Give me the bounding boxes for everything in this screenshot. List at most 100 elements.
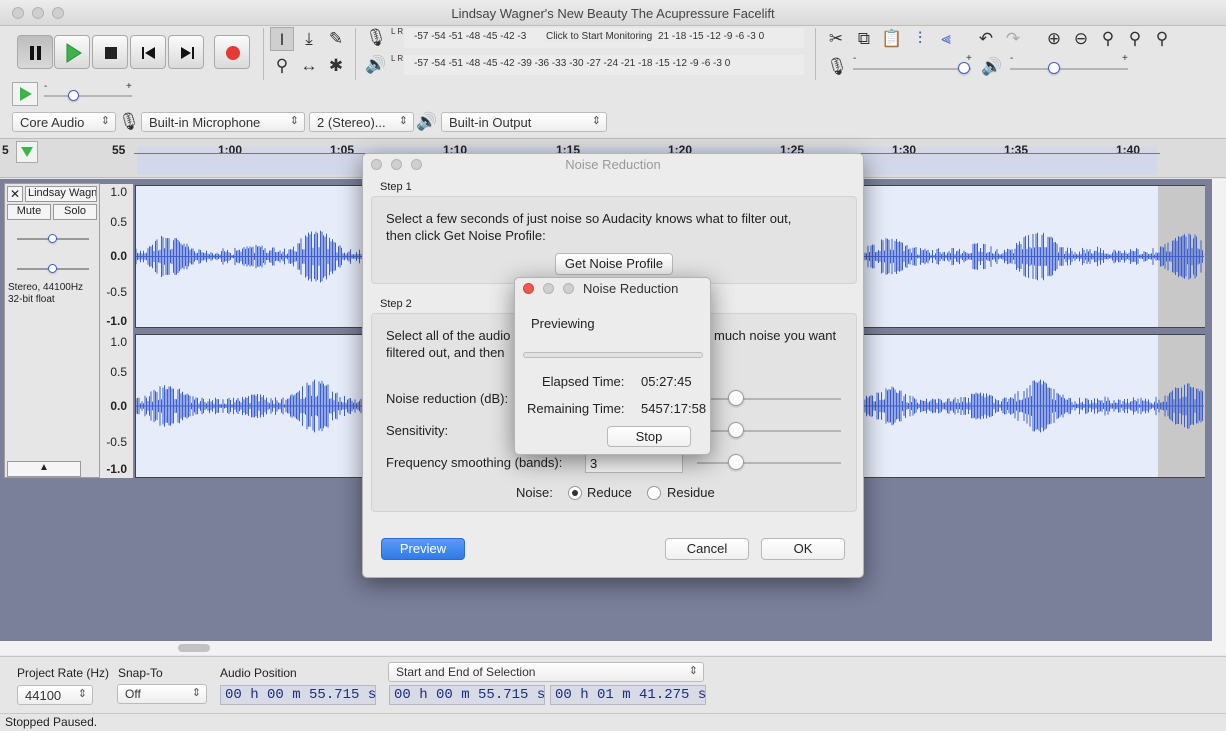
scale-label: -1.0: [106, 314, 127, 328]
host-select[interactable]: Core Audio: [12, 112, 116, 132]
stop-button[interactable]: [92, 35, 128, 69]
selection-mode-select[interactable]: Start and End of Selection: [388, 662, 704, 682]
play-speed-knob[interactable]: [68, 90, 79, 101]
track-control-panel: ✕ Lindsay Wagn Mute Solo Stereo, 44100Hz…: [4, 183, 100, 478]
audio-position-label: Audio Position: [220, 666, 297, 680]
elapsed-time-value: 05:27:45: [641, 374, 692, 389]
gain-knob[interactable]: [48, 234, 57, 243]
playback-meter-scale: -57 -54 -51 -48 -45 -42 -39 -36 -33 -30 …: [414, 58, 731, 69]
playback-meter-lr: L R: [391, 54, 404, 63]
selection-tool-icon[interactable]: I: [270, 27, 294, 51]
envelope-tool-icon[interactable]: ⤓: [297, 27, 321, 51]
progress-minimize-button[interactable]: [543, 283, 554, 294]
timeline-options-button[interactable]: [16, 141, 38, 163]
elapsed-time-label: Elapsed Time:: [542, 374, 625, 389]
cancel-button[interactable]: Cancel: [665, 538, 749, 560]
channels-select[interactable]: 2 (Stereo)...: [309, 112, 414, 132]
ruler-tick: 1:05: [330, 143, 355, 157]
selection-start-field[interactable]: 00 h 00 m 55.715 s: [389, 685, 545, 705]
copy-icon[interactable]: ⧉: [852, 27, 876, 51]
snap-to-select[interactable]: Off: [117, 684, 207, 704]
ruler-tick: 1:35: [1004, 143, 1029, 157]
horizontal-scrollbar[interactable]: [0, 641, 1212, 655]
speaker-icon[interactable]: 🔊: [364, 53, 388, 77]
snap-to-label: Snap-To: [118, 666, 163, 680]
monitor-label[interactable]: Click to Start Monitoring: [546, 31, 653, 42]
play-button[interactable]: [54, 35, 90, 69]
residue-radio[interactable]: [647, 486, 661, 500]
pause-button[interactable]: [17, 35, 53, 69]
fit-project-icon[interactable]: ⚲: [1123, 27, 1147, 51]
multi-tool-icon[interactable]: ✱: [324, 54, 348, 78]
audio-position-field[interactable]: 00 h 00 m 55.715 s: [220, 685, 376, 705]
noise-reduction-label: Noise reduction (dB):: [386, 391, 509, 406]
fit-selection-icon[interactable]: ⚲: [1096, 27, 1120, 51]
draw-tool-icon[interactable]: ✎: [324, 27, 348, 51]
output-device-select[interactable]: Built-in Output: [441, 112, 607, 132]
progress-close-button[interactable]: [523, 283, 534, 294]
play-at-speed-button[interactable]: [12, 82, 38, 106]
sensitivity-slider[interactable]: [697, 430, 841, 432]
reduce-label: Reduce: [587, 485, 632, 500]
cut-icon[interactable]: ✂: [824, 27, 848, 51]
microphone-icon[interactable]: 🎙: [364, 26, 388, 50]
stop-preview-button[interactable]: Stop: [607, 426, 691, 447]
skip-to-start-button[interactable]: [130, 35, 166, 69]
play-speed-slider[interactable]: [44, 95, 132, 97]
get-noise-profile-button[interactable]: Get Noise Profile: [555, 253, 673, 275]
trim-icon[interactable]: ⫶: [908, 27, 932, 51]
collapse-track-icon[interactable]: ▲: [7, 461, 81, 477]
preview-progress-dialog: Noise Reduction Previewing Elapsed Time:…: [514, 277, 711, 455]
frequency-smoothing-slider[interactable]: [697, 462, 841, 464]
project-rate-select[interactable]: 44100: [17, 685, 93, 705]
progress-zoom-button[interactable]: [563, 283, 574, 294]
selection-end-field[interactable]: 00 h 01 m 41.275 s: [550, 685, 706, 705]
record-icon: [226, 46, 240, 60]
undo-icon[interactable]: ↶: [974, 27, 998, 51]
noise-reduction-slider[interactable]: [697, 398, 841, 400]
scale-label: -1.0: [106, 462, 127, 476]
output-device-speaker-icon: 🔊: [416, 112, 438, 131]
output-volume-slider[interactable]: [1010, 68, 1128, 70]
silence-icon[interactable]: ⫷: [934, 27, 958, 51]
zoom-tool-icon[interactable]: ⚲: [270, 54, 294, 78]
scale-label: 0.0: [110, 249, 127, 263]
track-format-line1: Stereo, 44100Hz: [8, 282, 84, 293]
frequency-smoothing-knob[interactable]: [728, 454, 744, 470]
redo-icon[interactable]: ↷: [1001, 27, 1025, 51]
zoom-in-icon[interactable]: ⊕: [1042, 27, 1066, 51]
skip-to-end-button[interactable]: [168, 35, 204, 69]
track-close-icon[interactable]: ✕: [7, 186, 23, 202]
remaining-time-value: 5457:17:58: [641, 401, 707, 416]
output-volume-speaker-icon: 🔊: [981, 57, 1003, 76]
solo-button[interactable]: Solo: [53, 204, 97, 220]
input-device-select[interactable]: Built-in Microphone: [141, 112, 305, 132]
record-button[interactable]: [214, 35, 250, 69]
pan-knob[interactable]: [48, 264, 57, 273]
noise-reduction-knob[interactable]: [728, 390, 744, 406]
ruler-tick: 55: [112, 143, 126, 157]
output-slider-plus: +: [1122, 53, 1128, 64]
zoom-toggle-icon[interactable]: ⚲: [1150, 27, 1174, 51]
reduce-radio[interactable]: [568, 486, 582, 500]
ok-button[interactable]: OK: [761, 538, 845, 560]
preview-button[interactable]: Preview: [381, 538, 465, 560]
remaining-time-label: Remaining Time:: [527, 401, 625, 416]
sensitivity-knob[interactable]: [728, 422, 744, 438]
input-slider-plus: +: [966, 53, 972, 64]
frequency-smoothing-label: Frequency smoothing (bands):: [386, 455, 563, 470]
mute-button[interactable]: Mute: [7, 204, 51, 220]
speed-slider-minus: -: [44, 81, 48, 92]
output-volume-knob[interactable]: [1048, 62, 1060, 74]
progress-dialog-title: Noise Reduction: [583, 281, 679, 296]
scrollbar-thumb[interactable]: [178, 644, 210, 652]
paste-icon[interactable]: 📋: [880, 27, 904, 51]
zoom-out-icon[interactable]: ⊖: [1069, 27, 1093, 51]
vertical-scrollbar[interactable]: [1212, 179, 1226, 655]
time-shift-tool-icon[interactable]: ↔: [297, 54, 321, 78]
frequency-smoothing-field[interactable]: 3: [585, 453, 683, 473]
vertical-ruler: 1.0 0.5 0.0 -0.5 -1.0 1.0 0.5 0.0 -0.5 -…: [100, 184, 134, 478]
track-name-menu[interactable]: Lindsay Wagn: [25, 186, 97, 202]
input-volume-slider[interactable]: [853, 68, 971, 70]
record-meter-scale-tail: 21 -18 -15 -12 -9 -6 -3 0: [658, 31, 765, 42]
